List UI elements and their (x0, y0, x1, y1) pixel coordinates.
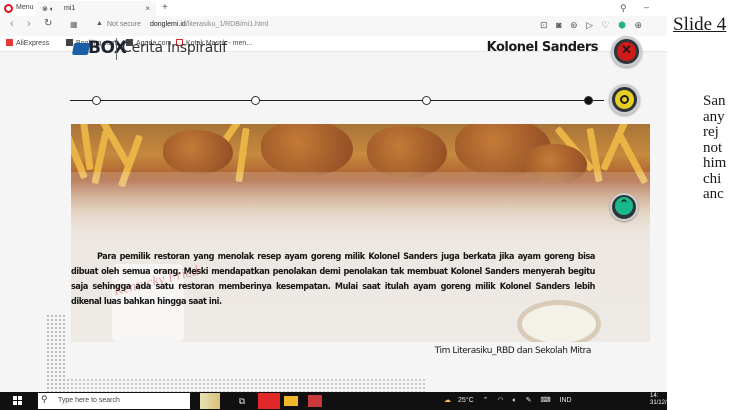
search-placeholder: Type here to search (58, 397, 120, 404)
close-story-button[interactable]: ✕ (611, 36, 642, 67)
browser-menu-button[interactable]: Menu (16, 4, 34, 11)
security-status[interactable]: Not secure (107, 21, 141, 28)
slide-text-line: chi (703, 170, 722, 187)
site-title: Cerita Inspiratif (122, 40, 227, 56)
tab-close-icon[interactable]: × (145, 4, 150, 13)
timeline-step-1[interactable] (92, 96, 101, 105)
aliexpress-icon (6, 39, 13, 46)
forward-icon[interactable]: › (27, 18, 31, 30)
browser-window: Menu ⊗ ◐ mi1 × + ⚲ – ‹ › ↻ ▦ ▲ Not secur… (0, 0, 667, 410)
heart-icon[interactable]: ♡ (602, 20, 610, 30)
opera-logo-icon[interactable] (4, 4, 13, 13)
tab-search-icon[interactable]: ⚲ (620, 3, 627, 14)
dot-pattern-decoration (46, 314, 66, 392)
keyboard-icon[interactable]: ⌨ (540, 397, 550, 404)
slide-text-line: him (703, 155, 727, 171)
taskbar-app-photos-icon[interactable] (200, 393, 220, 409)
vpn-icon[interactable]: ⬢ (618, 20, 626, 30)
taskbar-app-opera-icon[interactable] (258, 393, 280, 409)
clock[interactable]: 14: 31/12/ (650, 393, 667, 407)
timeline-step-3[interactable] (422, 96, 431, 105)
url-host: donglemi.id (150, 21, 186, 28)
slide-text-excerpt: San any rej not him chi anc (703, 93, 731, 203)
story-timeline (70, 100, 604, 101)
camera-icon[interactable]: ⊡ (540, 20, 548, 30)
player-icon[interactable]: ▷ (586, 20, 593, 30)
windows-start-icon[interactable] (13, 396, 23, 406)
scroll-top-button[interactable]: ⌃ (610, 193, 638, 221)
file-explorer-icon[interactable] (284, 396, 298, 406)
tab-favicon-icon: ⊗ ◐ (42, 6, 55, 13)
clock-time: 14: (650, 393, 659, 399)
tab-mi1[interactable]: ⊗ ◐ mi1 × (36, 1, 156, 17)
weather-temp[interactable]: 25°C (458, 397, 474, 404)
story-title: Kolonel Sanders (486, 40, 599, 55)
slide-text-line: rej (703, 124, 719, 140)
tray-chevron-icon[interactable]: ⌃ (483, 397, 489, 404)
slide-text-line: San (703, 93, 726, 109)
search-icon: ⚲ (41, 394, 48, 404)
timeline-menu-button[interactable] (609, 84, 640, 115)
back-icon[interactable]: ‹ (10, 18, 14, 30)
slide-text-line: not (703, 139, 723, 156)
speed-dial-icon[interactable]: ▦ (70, 20, 78, 29)
timeline-step-4-current[interactable] (584, 96, 593, 105)
warning-icon[interactable]: ▲ (96, 20, 103, 27)
wallet-icon[interactable]: ⊕ (634, 20, 642, 30)
clock-date: 31/12/ (650, 400, 667, 406)
shield-icon[interactable]: ⊛ (570, 20, 578, 30)
volume-icon[interactable]: 🔈︎ (512, 397, 516, 404)
timeline-step-2[interactable] (251, 96, 260, 105)
weather-icon[interactable]: ☁ (444, 397, 451, 404)
tab-title: mi1 (64, 5, 76, 12)
slide-text-line: anc (703, 186, 724, 202)
chevron-up-icon: ⌃ (618, 197, 630, 211)
pen-icon[interactable]: ✎ (526, 397, 532, 404)
dot-pattern-decoration (66, 378, 426, 392)
slide-text-line: any (703, 108, 725, 125)
bookmark-aliexpress[interactable]: AliExpress (6, 39, 49, 47)
minimize-icon[interactable]: – (644, 2, 649, 12)
new-tab-button[interactable]: + (162, 2, 168, 13)
language-indicator[interactable]: IND (560, 397, 572, 404)
slide-label: Slide 4 (673, 14, 727, 35)
taskbar-search-field[interactable]: ⚲ Type here to search (38, 393, 190, 409)
windows-taskbar: ⚲ Type here to search ⧉ ☁ 25°C ⌃ ◠ 🔈︎ ✎ ⌨… (0, 392, 667, 410)
close-icon: ✕ (621, 42, 632, 57)
address-bar: ‹ › ↻ ▦ ▲ Not secure donglemi.id/literas… (0, 16, 667, 36)
snapshot-icon[interactable]: ◙ (556, 20, 561, 30)
site-logo[interactable]: BOX (88, 38, 127, 58)
system-tray: ☁ 25°C ⌃ ◠ 🔈︎ ✎ ⌨ IND (444, 396, 579, 405)
logo-divider (116, 38, 117, 60)
toolbar-icons: ⊡ ◙ ⊛ ▷ ♡ ⬢ ⊕ (540, 20, 648, 31)
url-path: /literasiku_1/RDB/mi1.html (185, 21, 269, 28)
task-view-icon[interactable]: ⧉ (232, 393, 252, 409)
powerpoint-icon[interactable] (308, 395, 322, 407)
credit-text: Tim Literasiku_RBD dan Sekolah Mitra (434, 346, 592, 356)
page-icon (66, 39, 73, 46)
story-paragraph: Para pemilik restoran yang menolak resep… (71, 252, 595, 307)
network-icon[interactable]: ◠ (497, 397, 503, 404)
reload-icon[interactable]: ↻ (44, 18, 52, 29)
url-field[interactable]: donglemi.id/literasiku_1/RDB/mi1.html (150, 21, 268, 28)
